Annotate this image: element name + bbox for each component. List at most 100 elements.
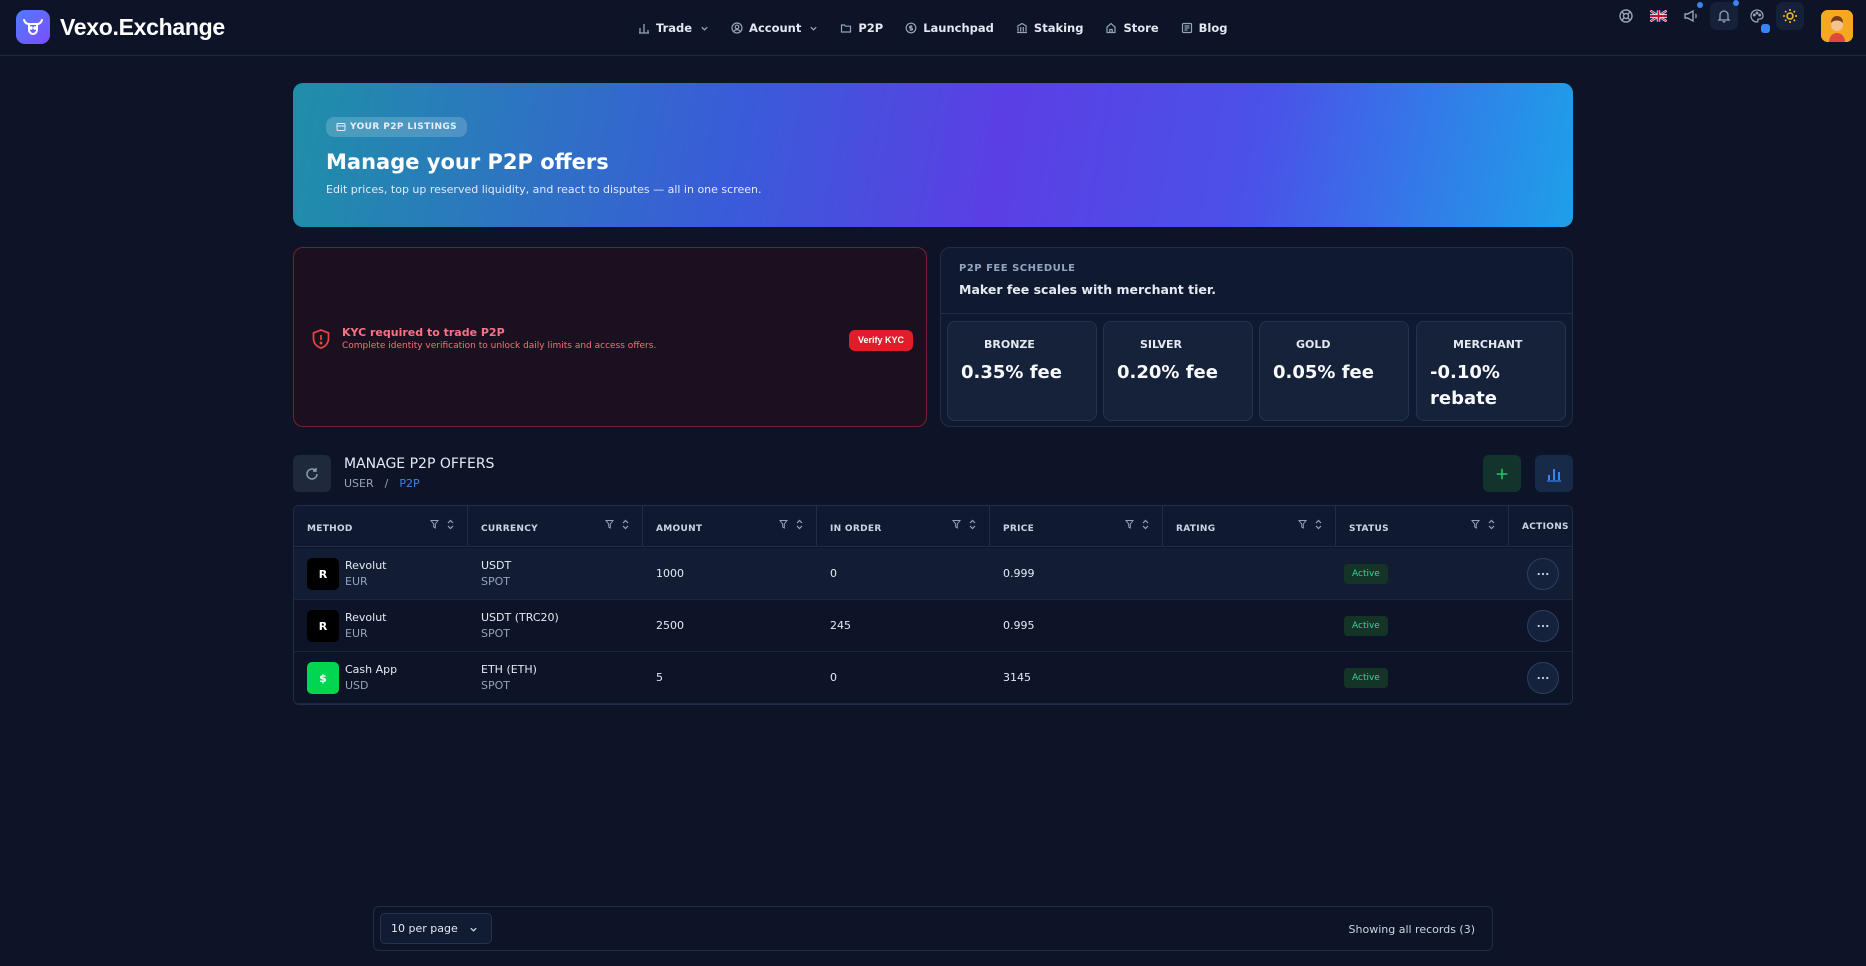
tier-name: SILVER (1140, 338, 1183, 351)
actions-cell (1509, 548, 1572, 600)
support-icon[interactable] (1612, 2, 1640, 30)
sun-icon[interactable] (1776, 2, 1804, 30)
nav-launchpad[interactable]: Launchpad (905, 21, 994, 35)
filter-icon[interactable] (605, 519, 614, 530)
sort-icon[interactable] (621, 519, 630, 530)
in-order-cell: 0 (817, 548, 990, 600)
nav-store[interactable]: Store (1105, 21, 1159, 35)
refresh-button[interactable] (293, 455, 331, 492)
price-value: 3145 (1003, 671, 1031, 684)
tier-merchant: MERCHANT -0.10% rebate (1416, 321, 1566, 421)
more-horizontal-icon (1537, 572, 1549, 576)
amount-cell: 2500 (643, 600, 817, 652)
table-row[interactable]: $ Cash App USD ETH (ETH) SPOT 5 0 3145 A… (294, 652, 1572, 704)
status-badge: Active (1344, 564, 1388, 584)
method-name: Revolut (345, 559, 387, 572)
nav-account[interactable]: Account (731, 21, 818, 35)
nav-p2p[interactable]: P2P (840, 21, 883, 35)
nav-account-label: Account (749, 21, 802, 35)
tier-value: -0.10% rebate (1430, 362, 1500, 409)
verify-kyc-button[interactable]: Verify KYC (848, 330, 913, 351)
plus-icon (1496, 468, 1508, 479)
sort-icon[interactable] (968, 519, 977, 530)
currency-market: SPOT (481, 575, 510, 588)
row-actions-button[interactable] (1527, 662, 1559, 694)
table-row[interactable]: R Revolut EUR USDT SPOT 1000 0 0.999 Act… (294, 548, 1572, 600)
fee-schedule-card: P2P FEE SCHEDULE Maker fee scales with m… (940, 247, 1573, 427)
nav-blog[interactable]: Blog (1181, 21, 1227, 35)
in-order-value: 0 (830, 671, 837, 684)
currency-cell: ETH (ETH) SPOT (468, 652, 643, 704)
sort-icon[interactable] (795, 519, 804, 530)
method-fiat: USD (345, 679, 369, 692)
method-cell: R Revolut EUR (294, 548, 468, 600)
method-fiat: EUR (345, 627, 368, 640)
brand-name[interactable]: Vexo.Exchange (60, 14, 225, 41)
tier-value: 0.35% fee (961, 362, 1062, 383)
sort-icon[interactable] (1314, 519, 1323, 530)
in-order-cell: 0 (817, 652, 990, 704)
kyc-subtitle: Complete identity verification to unlock… (342, 341, 657, 351)
in-order-value: 0 (830, 567, 837, 580)
announcement-icon[interactable] (1677, 2, 1705, 30)
avatar[interactable] (1821, 10, 1853, 42)
cash-app-logo-icon: $ (307, 662, 339, 694)
tier-gold: GOLD 0.05% fee (1259, 321, 1409, 421)
pagination-bar: 10 per page Showing all records (3) (373, 906, 1493, 951)
sort-icon[interactable] (1487, 519, 1496, 530)
method-name: Revolut (345, 611, 387, 624)
column-amount: AMOUNT (643, 506, 817, 547)
notification-dot (1733, 0, 1739, 6)
nav-staking[interactable]: Staking (1016, 21, 1083, 35)
breadcrumb-user[interactable]: USER (344, 477, 374, 490)
column-label: CURRENCY (481, 524, 538, 534)
breadcrumb-p2p[interactable]: P2P (399, 477, 419, 490)
filter-icon[interactable] (430, 519, 439, 530)
currency-name: USDT (TRC20) (481, 611, 559, 624)
palette-icon[interactable] (1743, 2, 1771, 33)
brand-logo[interactable] (16, 10, 50, 44)
tier-name: GOLD (1296, 338, 1331, 351)
in-order-value: 245 (830, 619, 851, 632)
status-cell: Active (1336, 652, 1509, 704)
sort-icon[interactable] (1141, 519, 1150, 530)
records-count: Showing all records (3) (1348, 923, 1475, 936)
fee-schedule-title: Maker fee scales with merchant tier. (959, 282, 1216, 297)
rating-cell (1163, 652, 1336, 704)
column-in-order: IN ORDER (817, 506, 990, 547)
filter-icon[interactable] (952, 519, 961, 530)
tier-silver: SILVER 0.20% fee (1103, 321, 1253, 421)
amount-value: 5 (656, 671, 663, 684)
column-status: STATUS (1336, 506, 1509, 547)
price-cell: 3145 (990, 652, 1163, 704)
breadcrumb-separator: / (384, 477, 389, 490)
uk-flag-icon[interactable] (1644, 2, 1672, 30)
page-subtitle: Edit prices, top up reserved liquidity, … (326, 183, 762, 196)
amount-value: 2500 (656, 619, 684, 632)
per-page-select[interactable]: 10 per page (380, 913, 492, 944)
table-row[interactable]: R Revolut EUR USDT (TRC20) SPOT 2500 245… (294, 600, 1572, 652)
chevron-down-icon (469, 925, 478, 934)
filter-icon[interactable] (1298, 519, 1307, 530)
table-header: METHOD CURRENCY AMOUNT IN ORDER PRICE RA… (294, 506, 1572, 547)
amount-cell: 1000 (643, 548, 817, 600)
row-actions-button[interactable] (1527, 610, 1559, 642)
section-title: MANAGE P2P OFFERS (344, 456, 495, 472)
filter-icon[interactable] (1125, 519, 1134, 530)
in-order-cell: 245 (817, 600, 990, 652)
revolut-logo-icon: R (307, 610, 339, 642)
notification-bell-icon[interactable] (1710, 0, 1739, 30)
filter-icon[interactable] (779, 519, 788, 530)
row-actions-button[interactable] (1527, 558, 1559, 590)
add-offer-button[interactable] (1483, 455, 1521, 492)
nav-trade[interactable]: Trade (638, 21, 709, 35)
stats-button[interactable] (1535, 455, 1573, 492)
amount-cell: 5 (643, 652, 817, 704)
hero-banner: YOUR P2P LISTINGS Manage your P2P offers… (293, 83, 1573, 227)
main-nav: Trade Account P2P Launchpad Staking Stor… (638, 18, 1249, 38)
sort-icon[interactable] (446, 519, 455, 530)
filter-icon[interactable] (1471, 519, 1480, 530)
column-label: STATUS (1349, 524, 1389, 534)
nav-store-label: Store (1123, 21, 1159, 35)
nav-launchpad-label: Launchpad (923, 21, 994, 35)
